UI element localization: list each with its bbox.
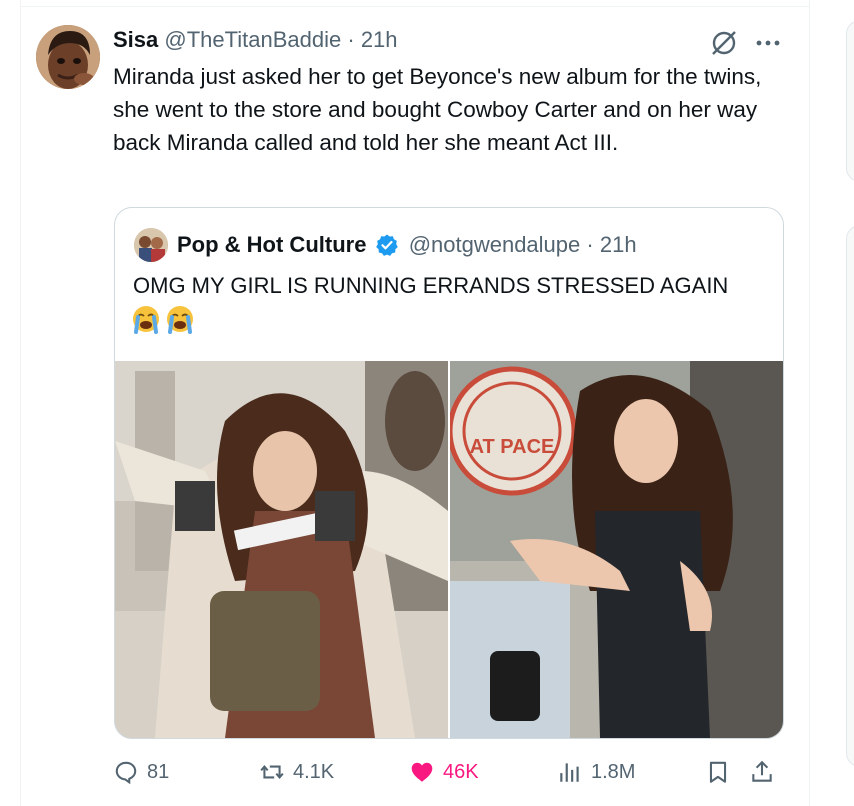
like-button[interactable]: 46K [409,752,479,792]
divider [21,6,809,7]
reply-button[interactable]: 81 [113,752,169,792]
quote-photo-left[interactable] [115,361,448,738]
bookmark-button[interactable] [705,752,739,792]
share-button[interactable] [749,752,783,792]
tweet-header: Sisa @TheTitanBaddie · 21h [113,24,398,56]
sidebar-card [846,225,854,767]
more-dots-icon[interactable] [752,28,784,58]
quote-timestamp: 21h [599,232,637,257]
quote-text: OMG MY GIRL IS RUNNING ERRANDS STRESSED … [133,273,729,298]
tweet-actions-bar: 81 4.1K 46K 1.8M [113,752,793,792]
bookmark-icon [709,761,727,783]
photo-sign-text: AT PACE [470,436,555,458]
author-handle[interactable]: @TheTitanBaddie [164,27,341,52]
heart-icon [411,762,433,782]
author-name[interactable]: Sisa [113,27,158,52]
reply-icon [115,761,137,785]
views-button[interactable]: 1.8M [557,752,635,792]
separator-dot: · [347,27,355,52]
repost-button[interactable]: 4.1K [259,752,334,792]
tweet-text: Miranda just asked her to get Beyonce's … [113,64,762,155]
quoted-tweet-card[interactable]: Pop & Hot Culture @notgwendalupe · 21h O… [114,207,784,739]
loudly-crying-face-icon [165,304,195,334]
reply-count: 81 [147,760,170,783]
quote-header: Pop & Hot Culture @notgwendalupe · 21h [177,228,637,262]
sidebar-card [846,20,854,182]
tweet-timestamp[interactable]: 21h [361,27,398,52]
quote-author-handle: @notgwendalupe [408,232,581,257]
repost-icon [260,765,284,779]
emoji-row [131,304,199,334]
share-icon [752,760,772,782]
grok-icon[interactable] [708,29,740,57]
repost-count: 4.1K [293,760,335,783]
like-count: 46K [443,760,479,783]
view-count: 1.8M [591,760,636,783]
separator-dot: · [586,232,594,257]
verified-badge-icon [375,233,399,257]
analytics-icon [560,763,579,782]
quote-author-avatar [134,228,168,262]
quote-photo-right[interactable]: AT PACE [450,361,783,738]
author-avatar[interactable] [36,25,100,89]
loudly-crying-face-icon [131,304,161,334]
quote-author-name: Pop & Hot Culture [177,232,367,257]
